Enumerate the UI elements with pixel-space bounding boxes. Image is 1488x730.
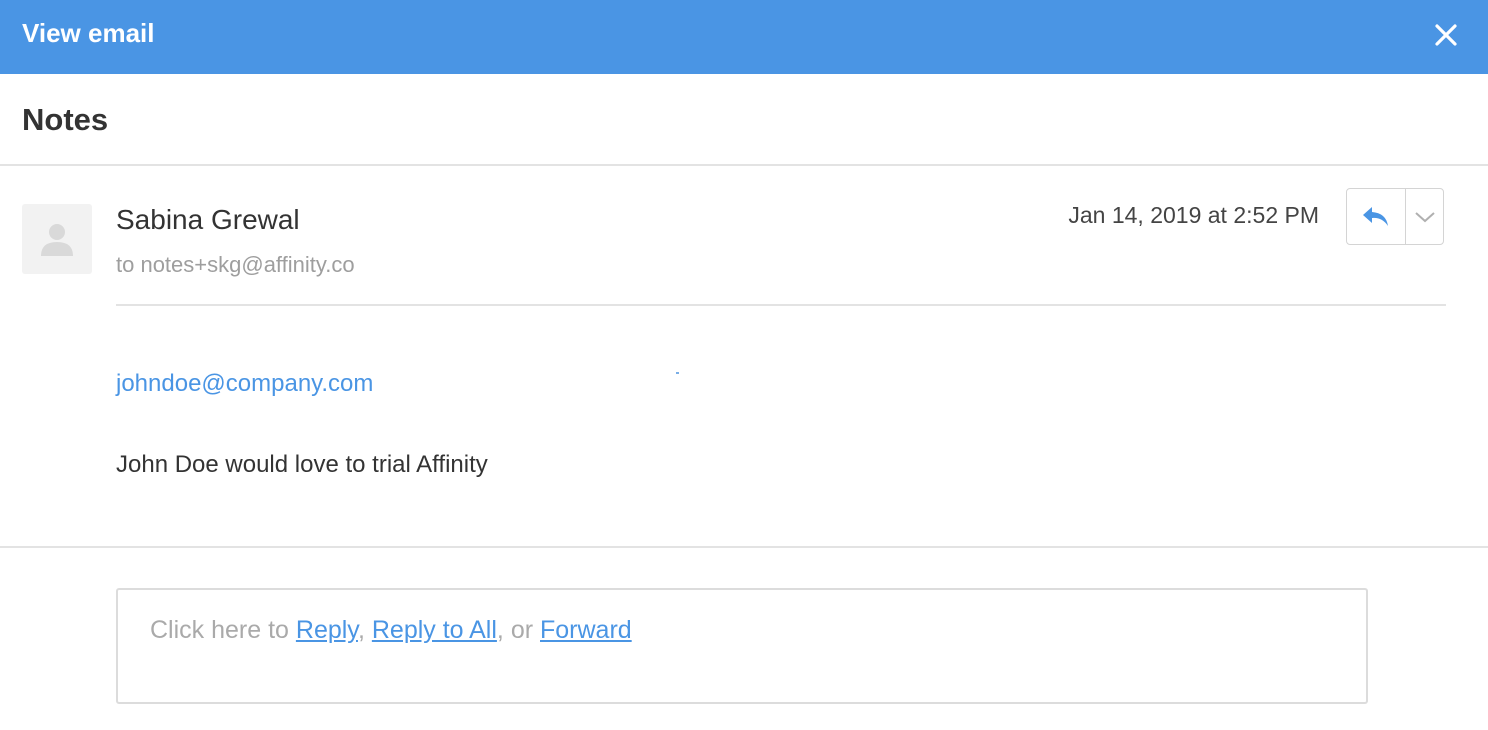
sender-name: Sabina Grewal — [116, 204, 300, 235]
reply-arrow-icon — [1363, 206, 1388, 226]
close-button[interactable] — [1430, 19, 1462, 51]
subject-bar: Notes — [0, 74, 1488, 166]
reply-link[interactable]: Reply — [296, 616, 358, 644]
reply-options-dropdown[interactable] — [1406, 189, 1443, 244]
forward-link[interactable]: Forward — [540, 616, 632, 644]
reply-prompt-or: , or — [496, 616, 540, 644]
avatar — [22, 204, 92, 274]
reply-prompt-separator: , — [357, 616, 372, 644]
header-divider — [116, 304, 1446, 306]
reply-prompt: Click here to Reply, Reply to All, or Fo… — [150, 614, 632, 646]
reply-all-link[interactable]: Reply to All — [372, 616, 497, 644]
close-icon — [1435, 24, 1457, 46]
modal-title: View email — [22, 18, 155, 48]
chevron-down-icon — [1414, 211, 1435, 222]
reply-prompt-prefix: Click here to — [150, 616, 296, 644]
modal-header: View email — [0, 0, 1488, 74]
email-timestamp: Jan 14, 2019 at 2:52 PM — [1068, 202, 1319, 228]
email-body-text: John Doe would love to trial Affinity — [116, 451, 488, 478]
user-placeholder-icon — [41, 224, 73, 256]
email-subject: Notes — [22, 102, 109, 137]
stray-mark — [676, 372, 679, 374]
reply-button-group — [1346, 188, 1444, 245]
quick-reply-box[interactable]: Click here to Reply, Reply to All, or Fo… — [116, 588, 1368, 704]
email-body-link[interactable]: johndoe@company.com — [116, 368, 373, 400]
recipient-line: to notes+skg@affinity.co — [116, 252, 355, 277]
reply-button[interactable] — [1347, 189, 1406, 244]
body-divider — [0, 546, 1488, 548]
